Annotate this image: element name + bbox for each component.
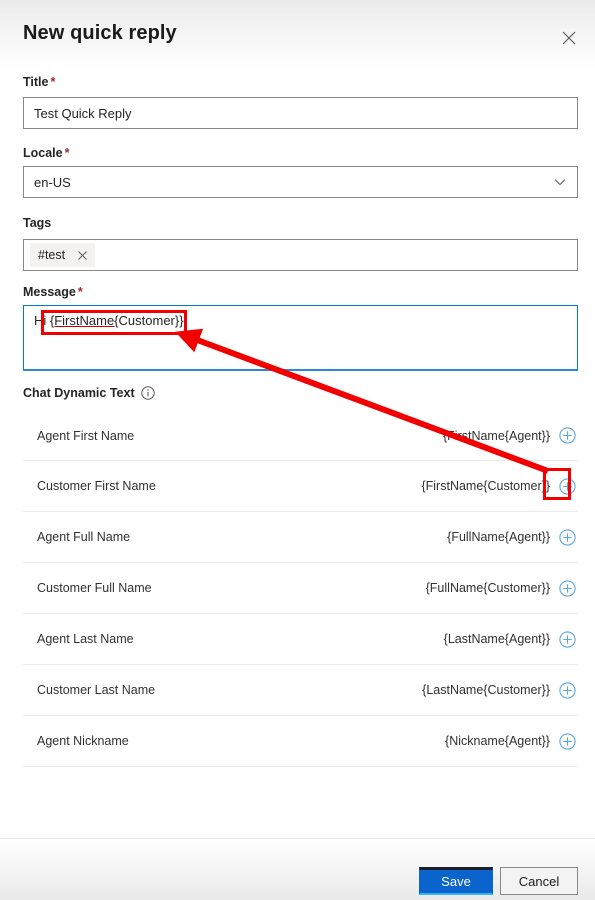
dynamic-text-row-token: {LastName{Agent}}: [443, 632, 550, 646]
chevron-down-icon: [553, 175, 567, 189]
dynamic-text-row[interactable]: Agent Full Name {FullName{Agent}}: [23, 512, 578, 563]
message-textarea[interactable]: Hi {FirstName{Customer}}: [23, 305, 578, 371]
new-quick-reply-panel: New quick reply Title * Test Quick Reply …: [0, 0, 595, 900]
tags-input[interactable]: #test: [23, 239, 578, 271]
panel-footer: Save Cancel: [0, 838, 595, 900]
tag-chip[interactable]: #test: [30, 243, 96, 267]
dynamic-text-row[interactable]: Customer First Name {FirstName{Customer}}: [23, 461, 578, 512]
chat-dynamic-text-list: Agent First Name {FirstName{Agent}} Custom…: [23, 410, 578, 767]
add-circle-icon[interactable]: [559, 528, 576, 546]
title-input-value: Test Quick Reply: [34, 105, 132, 121]
dynamic-text-row-name: Agent Nickname: [37, 734, 129, 748]
add-circle-icon[interactable]: [559, 681, 576, 699]
tag-chip-label: #test: [38, 248, 66, 262]
locale-select[interactable]: en-US: [23, 166, 578, 198]
dynamic-text-row-token: {LastName{Customer}}: [422, 683, 550, 697]
chat-dynamic-text-heading: Chat Dynamic Text: [23, 386, 155, 400]
required-asterisk: *: [50, 75, 56, 89]
dynamic-text-row[interactable]: Agent Nickname {Nickname{Agent}}: [23, 716, 578, 767]
add-circle-icon[interactable]: [559, 427, 576, 444]
dynamic-text-row-token: {FullName{Customer}}: [425, 581, 550, 595]
dynamic-text-row[interactable]: Customer Full Name {FullName{Customer}}: [23, 563, 578, 614]
close-button[interactable]: [553, 22, 585, 54]
message-text-prefix: Hi: [34, 313, 50, 328]
cancel-button[interactable]: Cancel: [500, 867, 578, 895]
add-circle-icon[interactable]: [559, 579, 576, 597]
title-input[interactable]: Test Quick Reply: [23, 97, 578, 129]
dynamic-text-row[interactable]: Agent Last Name {LastName{Agent}}: [23, 614, 578, 665]
info-icon[interactable]: [140, 386, 155, 400]
dynamic-text-row[interactable]: Customer Last Name {LastName{Customer}}: [23, 665, 578, 716]
add-circle-icon[interactable]: [559, 630, 576, 648]
tag-remove-button[interactable]: [75, 248, 89, 262]
locale-select-value: en-US: [34, 174, 71, 190]
close-icon: [77, 250, 87, 260]
save-button[interactable]: Save: [419, 867, 493, 895]
dynamic-text-row-name: Agent Last Name: [37, 632, 134, 646]
chat-dynamic-text-label: Chat Dynamic Text: [23, 386, 135, 400]
dynamic-text-row-token: {FirstName{Agent}}: [442, 428, 550, 443]
add-circle-icon[interactable]: [559, 732, 576, 750]
dynamic-text-row[interactable]: Agent First Name {FirstName{Agent}}: [23, 410, 578, 461]
title-label: Title *: [23, 75, 56, 89]
panel-header: New quick reply: [0, 0, 595, 70]
dynamic-text-row-token: {FirstName{Customer}}: [421, 479, 550, 493]
message-text-token: {FirstName{: [49, 313, 119, 328]
dynamic-text-row-name: Customer Last Name: [37, 683, 156, 697]
dynamic-text-row-token: {FullName{Agent}}: [447, 530, 550, 544]
dynamic-text-row-name: Customer Full Name: [37, 581, 152, 595]
dynamic-text-row-name: Agent First Name: [37, 428, 135, 443]
message-text-suffix: Customer}}: [118, 313, 184, 328]
dynamic-text-row-token: {Nickname{Agent}}: [445, 734, 550, 748]
close-icon: [562, 31, 576, 45]
dynamic-text-row-name: Agent Full Name: [37, 530, 131, 544]
locale-label: Locale *: [23, 146, 70, 160]
required-asterisk: *: [64, 146, 70, 160]
add-circle-icon[interactable]: [559, 477, 576, 495]
page-title: New quick reply: [23, 22, 177, 44]
dynamic-text-row-name: Customer First Name: [37, 479, 156, 493]
tags-label: Tags: [23, 216, 52, 230]
required-asterisk: *: [77, 285, 83, 299]
message-label: Message *: [23, 285, 83, 299]
